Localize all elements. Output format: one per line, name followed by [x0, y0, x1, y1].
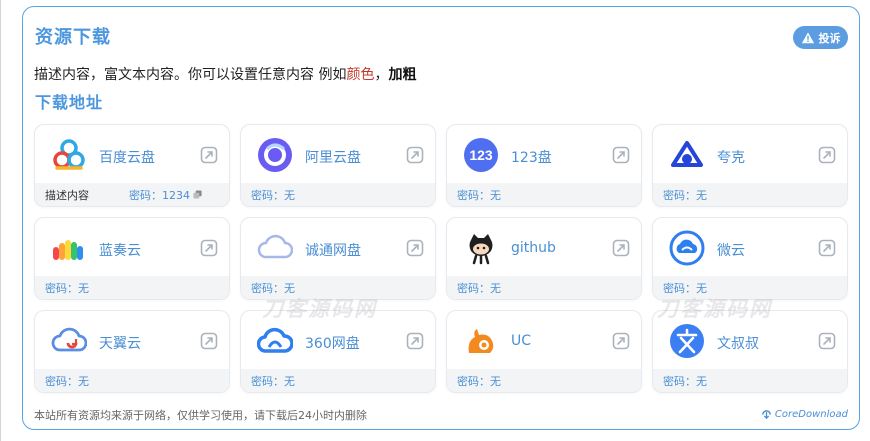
download-card-uc[interactable]: UC 密码：无 — [446, 310, 642, 393]
page-left-border — [0, 0, 1, 441]
download-card-aliyun[interactable]: 阿里云盘 密码：无 — [240, 124, 436, 207]
description-text: 描述内容，富文本内容。你可以设置任意内容 例如 — [34, 67, 347, 83]
external-link-icon[interactable] — [818, 146, 836, 164]
card-footer: 密码：无 — [447, 369, 641, 392]
download-card-tianyi[interactable]: 天翼云 密码：无 — [34, 310, 230, 393]
card-password: 密码：无 — [251, 188, 295, 202]
download-card-123[interactable]: 123 123盘 密码：无 — [446, 124, 642, 207]
card-name: github — [511, 240, 556, 256]
external-link-icon[interactable] — [406, 146, 424, 164]
card-footer: 密码：无 — [447, 276, 641, 299]
card-footer: 密码：无 — [35, 369, 229, 392]
panel-title: 资源下载 — [35, 27, 111, 48]
github-icon — [469, 234, 493, 265]
download-card-github[interactable]: github 密码：无 — [446, 217, 642, 300]
card-password: 密码：无 — [251, 374, 295, 388]
card-password: 密码：无 — [663, 281, 707, 295]
external-link-icon[interactable] — [200, 146, 218, 164]
warning-icon — [801, 31, 814, 43]
download-card-grid: 百度云盘 描述内容 密码：1234 阿里云盘 密码：无 123 123盘 密码：… — [34, 124, 848, 393]
baidu-cloud-icon — [53, 139, 85, 170]
description-comma: ， — [374, 67, 389, 83]
card-password: 密码：无 — [663, 188, 707, 202]
card-name: 文叔叔 — [717, 336, 759, 352]
card-name: UC — [511, 333, 532, 349]
card-name: 诚通网盘 — [305, 243, 361, 259]
external-link-icon[interactable] — [612, 332, 630, 350]
external-link-icon[interactable] — [818, 239, 836, 257]
card-footer: 密码：无 — [653, 183, 847, 206]
card-name: 123盘 — [511, 150, 552, 166]
card-name: 夸克 — [717, 150, 745, 166]
download-card-lanzou[interactable]: 蓝奏云 密码：无 — [34, 217, 230, 300]
ctfile-icon — [257, 234, 293, 259]
card-name: 阿里云盘 — [305, 150, 361, 166]
rich-description: 描述内容，富文本内容。你可以设置任意内容 例如颜色，加粗 — [34, 64, 416, 84]
aliyun-drive-icon — [258, 138, 292, 172]
external-link-icon[interactable] — [200, 239, 218, 257]
card-password: 密码：无 — [457, 188, 501, 202]
external-link-icon[interactable] — [406, 332, 424, 350]
download-card-wenshushu[interactable]: 文叔叔 密码：无 — [652, 310, 848, 393]
card-footer: 密码：无 — [241, 276, 435, 299]
card-name: 360网盘 — [305, 336, 360, 352]
pan360-icon — [257, 327, 293, 353]
report-button[interactable]: 投诉 — [793, 26, 848, 49]
card-password: 密码：无 — [45, 374, 89, 388]
download-card-quark[interactable]: 夸克 密码：无 — [652, 124, 848, 207]
brand-logo-icon — [762, 410, 771, 420]
resource-download-panel: 资源下载 投诉 描述内容，富文本内容。你可以设置任意内容 例如颜色，加粗 下载地… — [22, 6, 860, 430]
card-name: 天翼云 — [99, 336, 141, 352]
card-password: 密码：无 — [663, 374, 707, 388]
external-link-icon[interactable] — [200, 332, 218, 350]
pan123-icon: 123 — [464, 138, 498, 172]
svg-text:123: 123 — [469, 147, 493, 163]
download-links-title: 下载地址 — [35, 93, 104, 112]
brand-credit[interactable]: CoreDownload — [761, 409, 848, 420]
disclaimer-notice: 本站所有资源均来源于网络，仅供学习使用，请下载后24小时内删除 — [34, 409, 367, 422]
download-card-baidu[interactable]: 百度云盘 描述内容 密码：1234 — [34, 124, 230, 207]
download-card-ctfile[interactable]: 诚通网盘 密码：无 — [240, 217, 436, 300]
card-password: 密码：1234 — [129, 188, 190, 202]
report-label: 投诉 — [818, 31, 841, 45]
tianyi-cloud-icon — [51, 327, 87, 352]
card-footer: 密码：无 — [241, 183, 435, 206]
card-footer: 密码：无 — [653, 276, 847, 299]
card-name: 蓝奏云 — [99, 243, 141, 259]
download-card-weiyun[interactable]: 微云 密码：无 — [652, 217, 848, 300]
card-footer: 密码：无 — [241, 369, 435, 392]
copy-icon[interactable] — [193, 190, 202, 199]
external-link-icon[interactable] — [818, 332, 836, 350]
external-link-icon[interactable] — [612, 239, 630, 257]
brand-label: CoreDownload — [774, 409, 848, 420]
card-footer: 描述内容 密码：1234 — [35, 183, 229, 206]
card-footer: 密码：无 — [653, 369, 847, 392]
uc-icon — [468, 329, 494, 353]
weiyun-icon — [669, 230, 705, 266]
quark-icon — [671, 141, 703, 167]
card-password: 密码：无 — [457, 281, 501, 295]
wenshushu-icon — [670, 324, 704, 358]
card-password: 密码：无 — [457, 374, 501, 388]
description-red-text: 颜色 — [346, 67, 375, 83]
download-card-360[interactable]: 360网盘 密码：无 — [240, 310, 436, 393]
card-password: 密码：无 — [45, 281, 89, 295]
description-bold-text: 加粗 — [388, 67, 417, 83]
card-name: 百度云盘 — [99, 150, 155, 166]
card-footer: 密码：无 — [447, 183, 641, 206]
external-link-icon[interactable] — [612, 146, 630, 164]
card-name: 微云 — [717, 243, 745, 259]
card-password: 密码：无 — [251, 281, 295, 295]
external-link-icon[interactable] — [406, 239, 424, 257]
card-footer: 密码：无 — [35, 276, 229, 299]
lanzou-icon — [53, 240, 83, 260]
card-note: 描述内容 — [45, 188, 89, 202]
